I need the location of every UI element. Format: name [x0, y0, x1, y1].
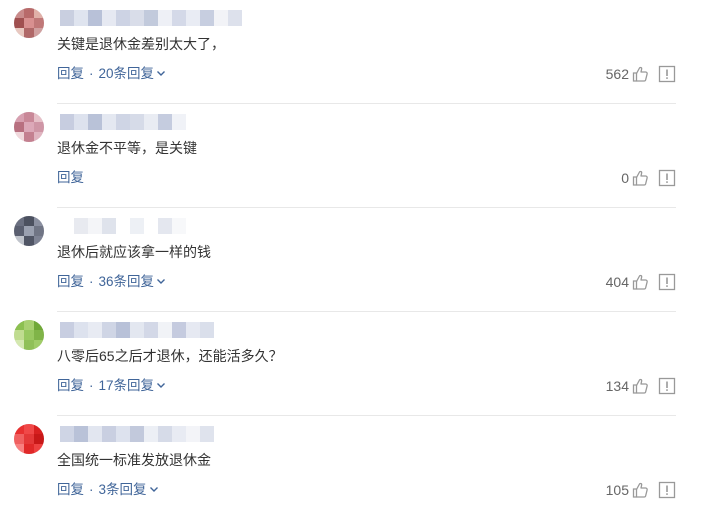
replies-count-label: 36条回复 — [98, 274, 155, 289]
username-blurred[interactable] — [60, 10, 242, 26]
comment-text: 关键是退休金差别太大了， — [57, 36, 225, 52]
chevron-down-icon — [156, 64, 166, 76]
comment-meta: 562 — [606, 64, 676, 84]
comment-text: 退休金不平等，是关键 — [57, 140, 197, 156]
thumbs-up-icon[interactable] — [631, 169, 649, 187]
comment-text: 全国统一标准发放退休金 — [57, 452, 211, 468]
thumbs-up-icon[interactable] — [631, 273, 649, 291]
comment-actions: 回复 · 36条回复 — [57, 272, 166, 292]
comment-actions: 回复 — [57, 168, 84, 188]
replies-count-label: 20条回复 — [98, 66, 155, 81]
reply-button[interactable]: 回复 — [57, 376, 84, 396]
username-blurred[interactable] — [60, 322, 214, 338]
comment-meta: 404 — [606, 272, 676, 292]
comment-item: 八零后65之后才退休，还能活多久？ 回复 · 17条回复 134 — [0, 312, 703, 416]
report-icon[interactable] — [658, 377, 676, 395]
username-blurred[interactable] — [60, 426, 214, 442]
separator-dot: · — [89, 482, 94, 497]
separator-dot: · — [89, 378, 94, 393]
thumbs-up-icon[interactable] — [631, 65, 649, 83]
comment-item: 关键是退休金差别太大了， 回复 · 20条回复 562 — [0, 0, 703, 104]
like-count: 404 — [605, 274, 629, 290]
avatar[interactable] — [14, 112, 44, 142]
reply-button[interactable]: 回复 — [57, 272, 84, 292]
chevron-down-icon — [149, 480, 159, 492]
avatar[interactable] — [14, 8, 44, 38]
separator-dot: · — [89, 66, 94, 81]
chevron-down-icon — [156, 272, 166, 284]
username-blurred[interactable] — [60, 218, 186, 234]
like-count: 0 — [621, 170, 629, 186]
comment-actions: 回复 · 17条回复 — [57, 376, 166, 396]
comment-meta: 105 — [606, 480, 676, 500]
separator-dot: · — [89, 274, 94, 289]
replies-count-label: 3条回复 — [98, 482, 147, 497]
report-icon[interactable] — [658, 169, 676, 187]
comment-actions: 回复 · 3条回复 — [57, 480, 159, 500]
replies-toggle[interactable]: 17条回复 — [99, 376, 167, 396]
comment-item: 退休后就应该拿一样的钱回复 · 36条回复 404 — [0, 208, 703, 312]
replies-toggle[interactable]: 20条回复 — [99, 64, 167, 84]
like-count: 105 — [605, 482, 629, 498]
comment-meta: 134 — [606, 376, 676, 396]
comment-text: 退休后就应该拿一样的钱 — [57, 244, 211, 260]
replies-toggle[interactable]: 36条回复 — [99, 272, 167, 292]
like-count: 134 — [605, 378, 629, 394]
report-icon[interactable] — [658, 481, 676, 499]
reply-button[interactable]: 回复 — [57, 64, 84, 84]
like-count: 562 — [605, 66, 629, 82]
reply-button[interactable]: 回复 — [57, 480, 84, 500]
replies-toggle[interactable]: 3条回复 — [99, 480, 159, 500]
avatar[interactable] — [14, 424, 44, 454]
report-icon[interactable] — [658, 273, 676, 291]
comment-item: 退休金不平等，是关键回复 0 — [0, 104, 703, 208]
username-blurred[interactable] — [60, 114, 186, 130]
comment-actions: 回复 · 20条回复 — [57, 64, 166, 84]
comment-meta: 0 — [621, 168, 676, 188]
reply-button[interactable]: 回复 — [57, 168, 84, 188]
report-icon[interactable] — [658, 65, 676, 83]
replies-count-label: 17条回复 — [98, 378, 155, 393]
comment-item: 全国统一标准发放退休金回复 · 3条回复 105 — [0, 416, 703, 520]
avatar[interactable] — [14, 216, 44, 246]
thumbs-up-icon[interactable] — [631, 377, 649, 395]
comment-text: 八零后65之后才退休，还能活多久？ — [57, 348, 283, 364]
chevron-down-icon — [156, 376, 166, 388]
thumbs-up-icon[interactable] — [631, 481, 649, 499]
avatar[interactable] — [14, 320, 44, 350]
